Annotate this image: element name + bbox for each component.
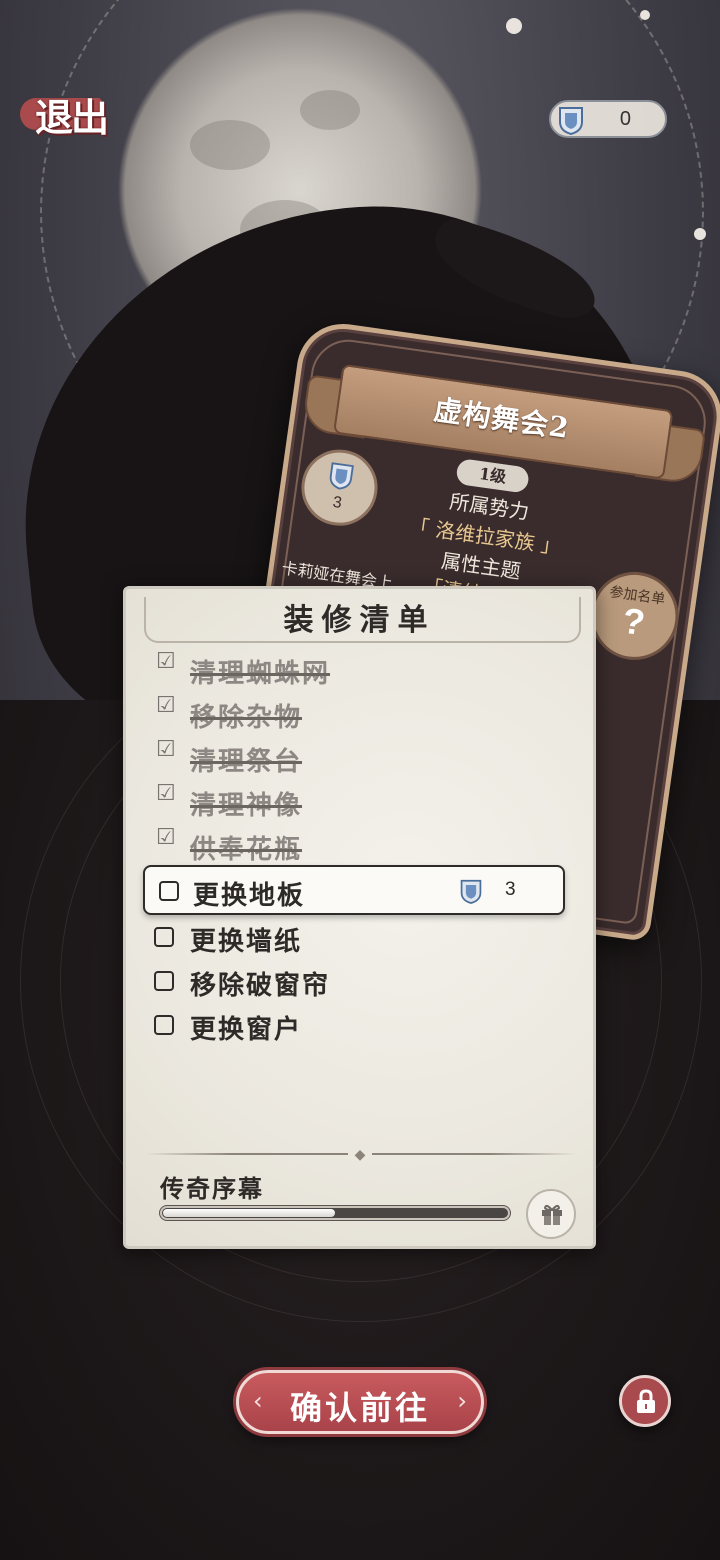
progress-bar bbox=[160, 1206, 510, 1220]
checklist-item-label: 更换窗户 bbox=[190, 1015, 303, 1045]
checked-box-icon: ☑ bbox=[156, 825, 176, 850]
decoration-checklist-panel: 装修清单 ☑ 清理蜘蛛网 ☑ 移除杂物 ☑ 清理祭台 ☑ 清理神像 ☑ 供奉花瓶… bbox=[123, 586, 596, 1249]
checkbox-empty-icon bbox=[154, 971, 174, 991]
checklist-item-label: 清理祭台 bbox=[190, 747, 303, 777]
task-cost-value: 3 bbox=[505, 879, 516, 900]
progress-label: 传奇序幕 bbox=[160, 1174, 264, 1203]
checklist-item-done: ☑ 清理祭台 bbox=[150, 737, 570, 779]
progress-bar-fill bbox=[163, 1209, 335, 1217]
checklist-item-label: 清理神像 bbox=[190, 791, 303, 821]
checklist-item-label: 移除杂物 bbox=[190, 703, 303, 733]
checklist-item-done: ☑ 移除杂物 bbox=[150, 693, 570, 735]
currency-value: 0 bbox=[619, 108, 631, 130]
checked-box-icon: ☑ bbox=[156, 737, 176, 762]
currency-counter: 0 bbox=[549, 100, 667, 138]
confirm-label: 确认前往 bbox=[289, 1389, 430, 1427]
checkbox-empty-icon bbox=[154, 927, 174, 947]
blue-gem-badge-icon bbox=[559, 107, 583, 135]
exit-label: 退出 bbox=[34, 94, 109, 140]
checklist-item-done: ☑ 清理蜘蛛网 bbox=[150, 649, 570, 691]
checklist-item-label: 供奉花瓶 bbox=[190, 835, 303, 865]
lock-button[interactable] bbox=[619, 1375, 671, 1427]
star bbox=[640, 10, 650, 20]
exit-button[interactable]: 退出 bbox=[12, 88, 130, 140]
gift-icon bbox=[542, 1204, 562, 1225]
checked-box-icon: ☑ bbox=[156, 649, 176, 674]
checklist-item-current[interactable]: 更换地板 3 bbox=[143, 865, 565, 915]
reward-gift-button[interactable] bbox=[526, 1189, 576, 1239]
star bbox=[506, 18, 522, 34]
checkbox-empty-icon bbox=[159, 881, 179, 901]
checklist-item-label: 更换墙纸 bbox=[190, 927, 303, 957]
checklist-item-label: 清理蜘蛛网 bbox=[190, 659, 331, 689]
confirm-go-button[interactable]: ‹ 确认前往 › bbox=[236, 1370, 484, 1434]
checklist-item-label: 更换地板 bbox=[193, 881, 306, 911]
blue-gem-badge-icon bbox=[460, 879, 482, 904]
checklist-item-pending[interactable]: 移除破窗帘 bbox=[150, 963, 570, 1003]
checked-box-icon: ☑ bbox=[156, 693, 176, 718]
checklist-item-done: ☑ 清理神像 bbox=[150, 781, 570, 823]
star bbox=[694, 228, 706, 240]
checklist-item-label: 移除破窗帘 bbox=[190, 971, 331, 1001]
checklist-item-pending[interactable]: 更换墙纸 bbox=[150, 919, 570, 959]
lock-icon bbox=[637, 1389, 655, 1413]
checkbox-empty-icon bbox=[154, 1015, 174, 1035]
divider-ornament-icon: ◆ bbox=[348, 1147, 372, 1163]
chevron-right-icon: › bbox=[457, 1387, 467, 1415]
panel-title: 装修清单 bbox=[283, 603, 436, 638]
checklist-item-done: ☑ 供奉花瓶 bbox=[150, 825, 570, 867]
checklist-item-pending[interactable]: 更换窗户 bbox=[150, 1007, 570, 1047]
checked-box-icon: ☑ bbox=[156, 781, 176, 806]
